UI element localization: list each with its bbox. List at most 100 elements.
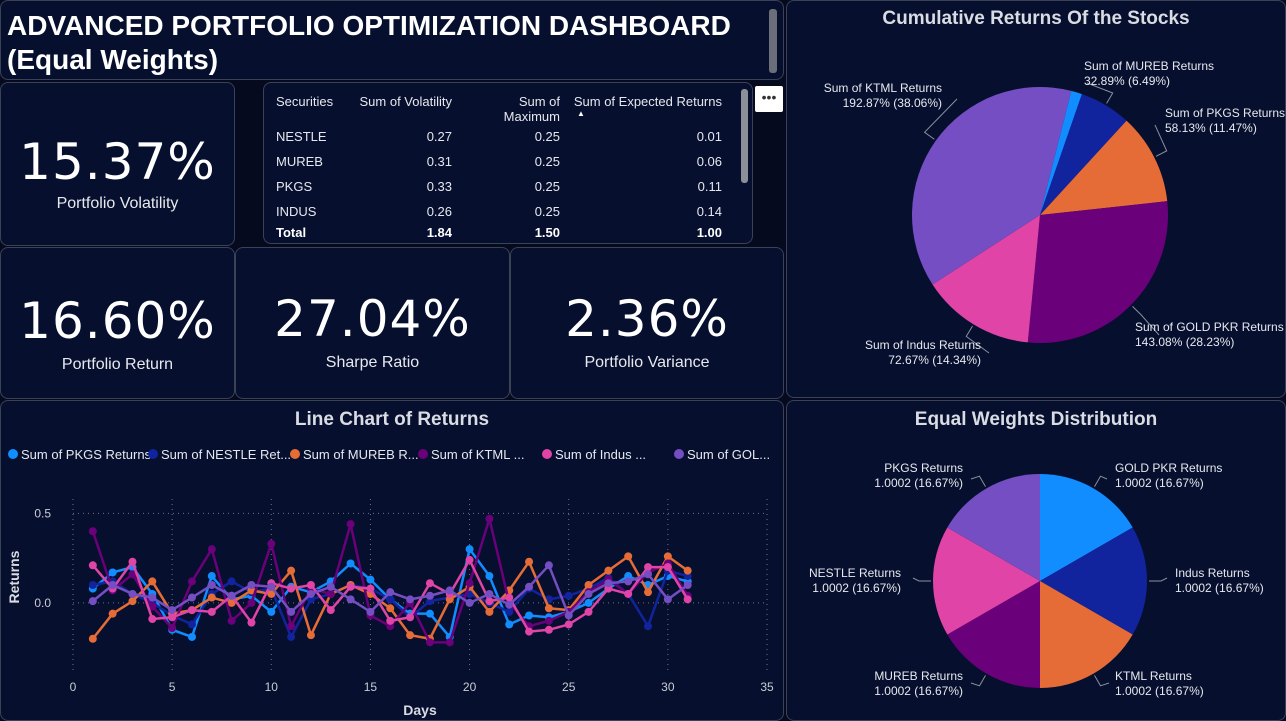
slice-value-label: 1.0002 (16.67%) — [1115, 684, 1204, 698]
data-point — [525, 611, 534, 620]
kpi-sharpe-label: Sharpe Ratio — [325, 354, 420, 371]
data-point — [168, 613, 177, 622]
kpi-variance-label: Portfolio Variance — [584, 354, 710, 371]
line-chart-panel: Line Chart of Returns Sum of PKGS Return… — [0, 400, 784, 721]
slice-value-label: 72.67% (14.34%) — [888, 353, 981, 367]
col-header-volatility[interactable]: Sum of Volatility — [346, 91, 456, 124]
x-tick-label: 0 — [70, 680, 77, 694]
slice-value-label: 1.0002 (16.67%) — [874, 476, 963, 490]
legend-marker — [674, 449, 684, 459]
data-point — [287, 607, 296, 616]
data-point — [108, 581, 117, 589]
data-point — [227, 616, 236, 625]
x-tick-label: 10 — [265, 680, 279, 694]
slice-value-label: 58.13% (11.47%) — [1165, 121, 1257, 135]
dashboard-title-line1: ADVANCED PORTFOLIO OPTIMIZATION DASHBOAR… — [7, 10, 731, 41]
legend-marker — [8, 449, 18, 459]
slice-label: GOLD PKR Returns — [1115, 461, 1222, 475]
data-point — [525, 557, 534, 566]
data-point — [287, 632, 296, 641]
data-point — [505, 607, 514, 616]
data-point — [564, 611, 573, 620]
data-point — [663, 552, 672, 561]
slice-label: Sum of MUREB Returns — [1084, 59, 1214, 73]
slice-label: Indus Returns — [1175, 566, 1250, 580]
data-point — [505, 593, 514, 602]
data-point — [525, 582, 534, 591]
cell: NESTLE — [276, 129, 327, 144]
data-point — [485, 607, 494, 616]
data-point — [386, 616, 395, 625]
data-point — [564, 620, 573, 629]
table-row: MUREB 0.31 0.25 0.06 — [272, 149, 726, 174]
more-options-button[interactable]: ••• — [755, 86, 783, 112]
data-point — [604, 566, 613, 575]
data-point — [406, 613, 415, 622]
data-point — [663, 563, 672, 572]
cell: 0.11 — [697, 179, 722, 194]
data-point — [88, 597, 97, 606]
data-point — [683, 566, 692, 575]
securities-table-panel: Securities Sum of Volatility Sum of Maxi… — [263, 82, 753, 244]
legend-item: Sum of MUREB R... — [303, 447, 419, 462]
data-point — [584, 598, 593, 607]
data-point — [644, 570, 653, 579]
data-point — [247, 598, 256, 607]
data-point — [544, 604, 553, 613]
col-header-securities[interactable]: Securities — [272, 91, 346, 124]
kpi-variance-value: 2.36% — [565, 290, 729, 348]
data-point — [306, 631, 315, 640]
data-point — [128, 557, 137, 566]
data-point — [168, 606, 177, 615]
data-point — [584, 607, 593, 616]
table-total-row: Total 1.84 1.50 1.00 — [272, 224, 726, 240]
data-point — [683, 595, 692, 604]
data-point — [227, 591, 236, 600]
data-point — [386, 588, 395, 597]
cell: 1.00 — [696, 224, 722, 240]
data-point — [584, 589, 593, 598]
data-point — [644, 563, 653, 572]
dashboard-title-line2: (Equal Weights) — [7, 44, 219, 75]
securities-table: Securities Sum of Volatility Sum of Maxi… — [272, 91, 726, 240]
data-point — [148, 577, 157, 586]
cell: 0.25 — [534, 204, 560, 219]
data-point — [187, 632, 196, 641]
cell: 0.26 — [426, 204, 452, 219]
slice-value-label: 1.0002 (16.67%) — [1115, 476, 1204, 490]
legend-item: Sum of NESTLE Ret... — [161, 447, 291, 462]
data-point — [544, 561, 553, 570]
data-point — [644, 588, 653, 597]
data-point — [445, 586, 454, 595]
x-axis-label: Days — [403, 702, 437, 718]
data-point — [207, 593, 216, 602]
leader-line — [912, 577, 931, 582]
data-point — [386, 604, 395, 613]
legend-marker — [418, 449, 428, 459]
data-point — [366, 584, 375, 593]
col-header-maximum[interactable]: Sum of Maximum — [456, 91, 564, 124]
title-scrollbar[interactable] — [769, 9, 777, 73]
data-point — [227, 577, 236, 586]
leader-line — [970, 475, 986, 487]
legend-marker — [542, 449, 552, 459]
table-scrollbar[interactable] — [741, 89, 748, 183]
table-row: NESTLE 0.27 0.25 0.01 — [272, 124, 726, 149]
kpi-return-label: Portfolio Return — [61, 356, 174, 373]
data-point — [644, 622, 653, 631]
data-point — [425, 591, 434, 600]
kpi-card-volatility: 15.37% Portfolio Volatility — [0, 82, 235, 246]
x-tick-label: 35 — [760, 680, 774, 694]
x-tick-label: 20 — [463, 680, 477, 694]
leader-line — [1094, 675, 1110, 687]
data-point — [247, 618, 256, 627]
col-header-expected-returns[interactable]: Sum of Expected Returns — [564, 91, 726, 124]
data-point — [465, 555, 474, 564]
data-point — [306, 589, 315, 598]
slice-label: KTML Returns — [1115, 669, 1192, 683]
data-point — [544, 625, 553, 634]
data-point — [366, 607, 375, 616]
table-header-row: Securities Sum of Volatility Sum of Maxi… — [272, 91, 726, 124]
slice-label: Sum of GOLD PKR Returns — [1135, 320, 1284, 334]
data-point — [207, 607, 216, 616]
